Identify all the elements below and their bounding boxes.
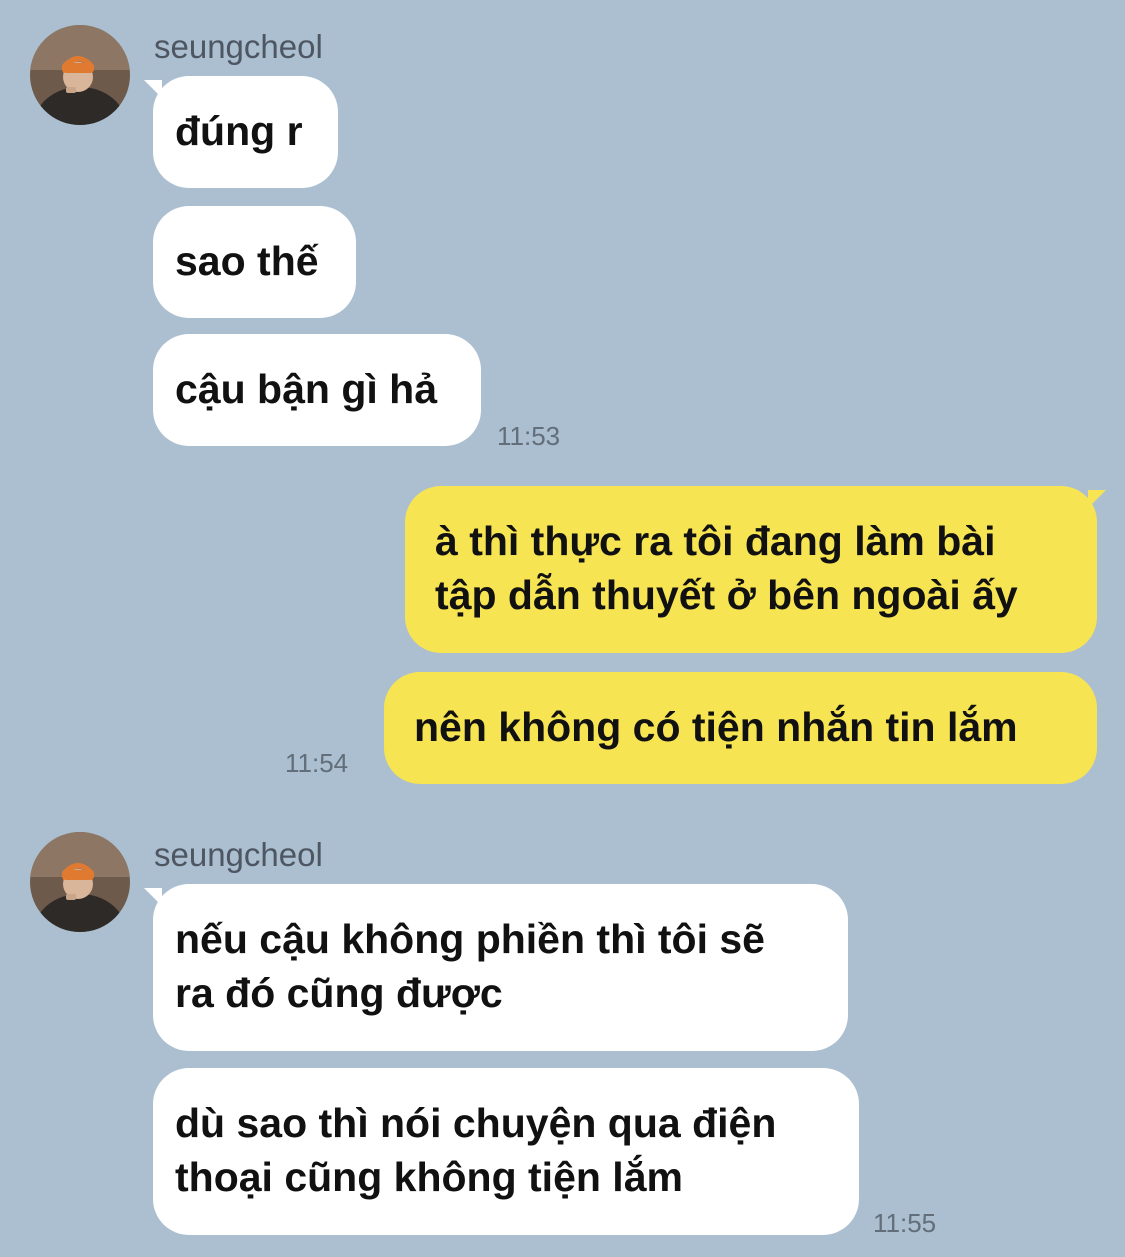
message-bubble[interactable]: sao thế	[153, 206, 356, 318]
message-timestamp: 11:54	[285, 748, 349, 778]
message-bubble[interactable]: nếu cậu không phiền thì tôi sẽ ra đó cũn…	[153, 884, 848, 1051]
message-bubble[interactable]: đúng r	[153, 76, 338, 188]
profile-photo-avatar-icon	[30, 832, 130, 932]
message-bubble[interactable]: cậu bận gì hả	[153, 334, 481, 446]
message-bubble[interactable]: nên không có tiện nhắn tin lắm	[384, 672, 1097, 784]
sender-name: seungcheol	[154, 836, 323, 873]
profile-photo-avatar-icon	[30, 25, 130, 125]
sender-name: seungcheol	[154, 28, 323, 65]
message-timestamp: 11:53	[497, 421, 561, 451]
avatar[interactable]	[30, 832, 130, 932]
message-bubble[interactable]: dù sao thì nói chuyện qua điện thoại cũn…	[153, 1068, 859, 1235]
message-bubble[interactable]: à thì thực ra tôi đang làm bài tập dẫn t…	[405, 486, 1097, 653]
avatar[interactable]	[30, 25, 130, 125]
message-timestamp: 11:55	[873, 1208, 937, 1238]
